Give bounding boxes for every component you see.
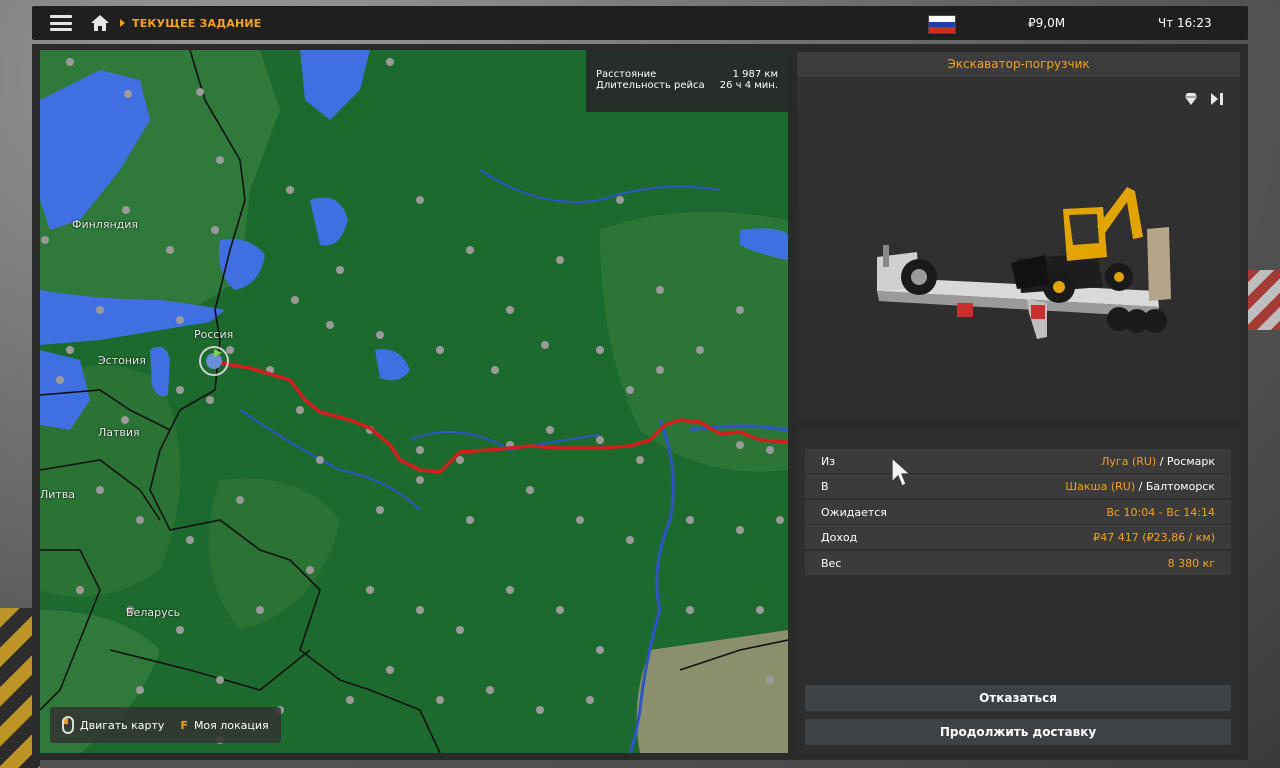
income-value: ₽47 417 (₽23,86 / км) <box>1093 530 1215 544</box>
hamburger-menu-icon[interactable] <box>50 15 72 31</box>
map-terrain <box>40 50 788 753</box>
background-barrier <box>1246 270 1280 330</box>
russia-flag-icon <box>928 15 956 34</box>
weight-label: Вес <box>821 556 842 570</box>
duration-label: Длительность рейса <box>596 80 705 91</box>
route-info-box: Расстояние 1 987 км Длительность рейса 2… <box>586 50 788 112</box>
cargo-title: Экскаватор-погрузчик <box>797 52 1240 77</box>
breadcrumb-arrow-icon <box>120 19 125 27</box>
to-company: / Балтоморск <box>1135 479 1215 493</box>
game-clock: Чт 16:23 <box>1158 16 1212 30</box>
country-label-latvia: Латвия <box>98 426 140 439</box>
from-company: / Росмарк <box>1156 454 1215 468</box>
expected-label: Ожидается <box>821 505 887 519</box>
diamond-icon[interactable] <box>1184 92 1198 106</box>
country-label-belarus: Беларусь <box>126 606 181 619</box>
to-city: Шакша (RU) <box>1065 479 1136 493</box>
weight-value: 8 380 кг <box>1167 556 1215 570</box>
income-label: Доход <box>821 530 858 544</box>
detail-row-expected: Ожидается Вс 10:04 - Вс 14:14 <box>805 500 1231 524</box>
from-city: Луга (RU) <box>1101 454 1157 468</box>
breadcrumb-current-job: ТЕКУЩЕЕ ЗАДАНИЕ <box>132 16 262 30</box>
cargo-preview <box>797 77 1240 421</box>
expected-value: Вс 10:04 - Вс 14:14 <box>1106 505 1215 519</box>
country-label-lithuania: Литва <box>40 488 76 501</box>
detail-row-weight: Вес 8 380 кг <box>805 551 1231 575</box>
country-label-estonia: Эстония <box>98 354 146 367</box>
mouse-cursor-icon <box>891 456 912 487</box>
country-label-finland: Финляндия <box>72 218 139 231</box>
from-label: Из <box>821 454 836 468</box>
continue-delivery-button[interactable]: Продолжить доставку <box>805 719 1231 745</box>
detail-row-from: Из Луга (RU) / Росмарк <box>805 449 1231 473</box>
home-icon[interactable] <box>90 13 110 33</box>
move-map-hint: Двигать карту <box>80 718 165 732</box>
to-label: В <box>821 479 829 493</box>
distance-label: Расстояние <box>596 69 657 80</box>
map-controls-hint: Двигать карту F Моя локация <box>50 707 281 743</box>
detail-row-to: В Шакша (RU) / Балтоморск <box>805 474 1231 498</box>
my-location-hint[interactable]: Моя локация <box>194 719 269 732</box>
detail-row-income: Доход ₽47 417 (₽23,86 / км) <box>805 525 1231 549</box>
trailer-with-excavator-image <box>877 187 1171 339</box>
decline-button[interactable]: Отказаться <box>805 685 1231 711</box>
route-map[interactable]: Расстояние 1 987 км Длительность рейса 2… <box>40 50 788 753</box>
mouse-icon <box>62 716 74 734</box>
location-key: F <box>180 718 188 732</box>
money-balance: ₽9,0M <box>1028 16 1066 30</box>
distance-value: 1 987 км <box>732 69 778 80</box>
skip-forward-icon[interactable] <box>1210 92 1224 106</box>
top-bar: ТЕКУЩЕЕ ЗАДАНИЕ ₽9,0M Чт 16:23 <box>32 6 1248 40</box>
country-label-russia: Россия <box>194 328 234 341</box>
duration-value: 26 ч 4 мин. <box>719 80 778 91</box>
